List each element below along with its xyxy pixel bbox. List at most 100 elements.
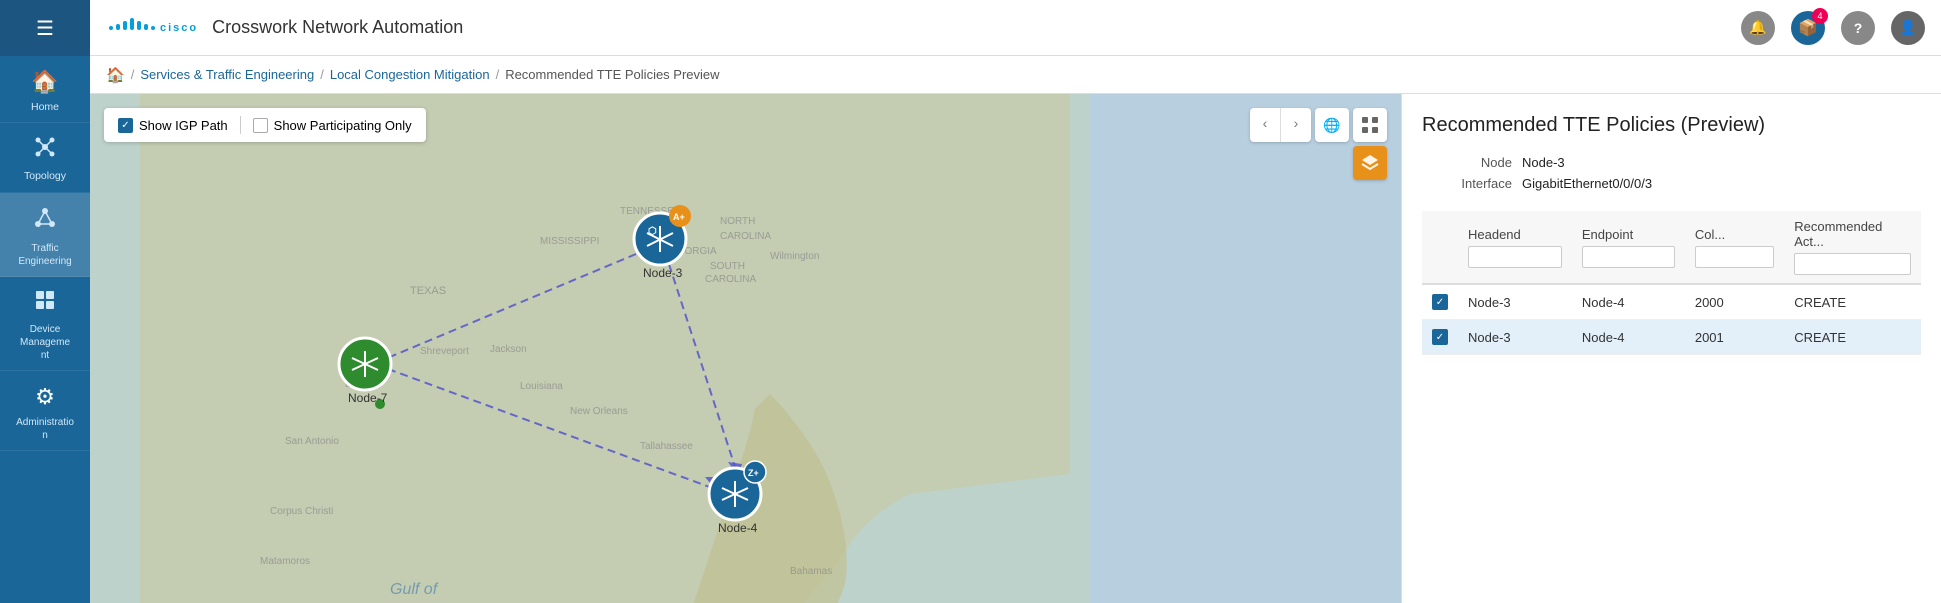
sidebar-item-label-dm: DeviceManagement: [20, 323, 70, 362]
col-header-headend: Headend: [1458, 211, 1572, 284]
svg-text:Louisiana: Louisiana: [520, 381, 563, 392]
home-icon: 🏠: [31, 68, 58, 97]
action-filter[interactable]: [1794, 253, 1911, 275]
interface-info-row: Interface GigabitEthernet0/0/0/3: [1422, 176, 1921, 191]
main-content: Gulf of Mexico TEXAS MISSISSIPPI TENNESS…: [90, 94, 1941, 603]
svg-text:Node-3: Node-3: [643, 266, 683, 280]
interface-value: GigabitEthernet0/0/0/3: [1522, 176, 1652, 191]
layers-button[interactable]: [1353, 146, 1387, 180]
device-mgmt-icon: [34, 289, 56, 319]
cisco-logo: cisco: [106, 14, 198, 42]
breadcrumb-sep-1: /: [131, 67, 135, 82]
policy-table-body: ✓ Node-3 Node-4 2000 CREATE ✓ Node-3 Nod…: [1422, 284, 1921, 355]
svg-text:Z+: Z+: [748, 468, 759, 478]
breadcrumb-home[interactable]: 🏠: [106, 66, 125, 84]
row-action: CREATE: [1784, 284, 1921, 320]
node-value: Node-3: [1522, 155, 1565, 170]
interface-label: Interface: [1422, 176, 1512, 191]
row-headend: Node-3: [1458, 320, 1572, 355]
svg-text:Wilmington: Wilmington: [770, 251, 819, 262]
globe-view-button[interactable]: 🌐: [1315, 108, 1349, 142]
show-participating-only-checkbox[interactable]: [253, 118, 268, 133]
breadcrumb-current: Recommended TTE Policies Preview: [505, 67, 719, 82]
svg-text:MISSISSIPPI: MISSISSIPPI: [540, 236, 599, 247]
svg-text:New Orleans: New Orleans: [570, 406, 628, 417]
row-checkbox[interactable]: ✓: [1432, 294, 1448, 310]
svg-text:CAROLINA: CAROLINA: [705, 274, 756, 285]
sidebar-item-label-admin: Administration: [16, 416, 74, 442]
svg-text:Node-4: Node-4: [718, 521, 758, 535]
row-checkbox[interactable]: ✓: [1432, 329, 1448, 345]
node-label: Node: [1422, 155, 1512, 170]
question-icon: ?: [1854, 20, 1863, 36]
topbar-icons: 🔔 📦 4 ? 👤: [1741, 11, 1925, 45]
col-header-action: Recommended Act...: [1784, 211, 1921, 284]
user-icon: 👤: [1899, 19, 1916, 36]
policy-table: Headend Endpoint Col... Recommended Act.…: [1422, 211, 1921, 355]
map-nav-buttons: ‹ ›: [1250, 108, 1311, 142]
map-area: Gulf of Mexico TEXAS MISSISSIPPI TENNESS…: [90, 94, 1401, 603]
svg-text:Corpus Christi: Corpus Christi: [270, 506, 333, 517]
show-participating-only-text: Show Participating Only: [274, 118, 412, 133]
notification-button[interactable]: 🔔: [1741, 11, 1775, 45]
endpoint-filter[interactable]: [1582, 246, 1675, 268]
map-controls: ✓ Show IGP Path Show Participating Only: [104, 108, 426, 142]
breadcrumb-link-lcm[interactable]: Local Congestion Mitigation: [330, 67, 490, 82]
hamburger-icon: ☰: [36, 16, 54, 41]
col-header-check: [1422, 211, 1458, 284]
user-button[interactable]: 👤: [1891, 11, 1925, 45]
svg-text:Node-7: Node-7: [348, 391, 388, 405]
row-endpoint: Node-4: [1572, 320, 1685, 355]
show-igp-path-text: Show IGP Path: [139, 118, 228, 133]
sidebar-item-home[interactable]: 🏠 Home: [0, 56, 90, 123]
headend-filter[interactable]: [1468, 246, 1562, 268]
sidebar-item-device-management[interactable]: DeviceManagement: [0, 277, 90, 371]
show-participating-only-label[interactable]: Show Participating Only: [253, 118, 412, 133]
cisco-text: cisco: [160, 22, 198, 34]
svg-text:Tallahassee: Tallahassee: [640, 441, 693, 452]
svg-text:Matamoros: Matamoros: [260, 556, 310, 567]
svg-text:TEXAS: TEXAS: [410, 285, 446, 297]
package-button[interactable]: 📦 4: [1791, 11, 1825, 45]
topology-icon: [33, 135, 57, 166]
map-nav-next[interactable]: ›: [1281, 108, 1311, 138]
svg-text:Gulf of: Gulf of: [390, 581, 439, 598]
cisco-logo-svg: [106, 14, 158, 42]
row-action: CREATE: [1784, 320, 1921, 355]
notification-badge: 4: [1812, 8, 1828, 24]
breadcrumb-sep-2: /: [320, 67, 324, 82]
col-header-col: Col...: [1685, 211, 1784, 284]
row-headend: Node-3: [1458, 284, 1572, 320]
show-igp-path-checkbox[interactable]: ✓: [118, 118, 133, 133]
map-view-buttons: ‹ › 🌐: [1250, 108, 1387, 142]
svg-text:Jackson: Jackson: [490, 344, 527, 355]
admin-icon: ⚙: [35, 383, 55, 412]
svg-text:Shreveport: Shreveport: [420, 346, 469, 357]
node-info-row: Node Node-3: [1422, 155, 1921, 170]
table-row[interactable]: ✓ Node-3 Node-4 2000 CREATE: [1422, 284, 1921, 320]
sidebar: ☰ 🏠 Home Topology: [0, 0, 90, 603]
col-filter[interactable]: [1695, 246, 1774, 268]
breadcrumb-link-services[interactable]: Services & Traffic Engineering: [140, 67, 314, 82]
svg-text:SOUTH: SOUTH: [710, 261, 745, 272]
show-igp-path-label[interactable]: ✓ Show IGP Path: [118, 118, 228, 133]
topbar: cisco Crosswork Network Automation 🔔 📦 4…: [90, 0, 1941, 56]
row-check-cell: ✓: [1422, 320, 1458, 355]
sidebar-item-topology[interactable]: Topology: [0, 123, 90, 193]
svg-text:A+: A+: [673, 212, 685, 222]
app-title: Crosswork Network Automation: [212, 17, 1741, 38]
map-nav-prev[interactable]: ‹: [1250, 108, 1280, 138]
sidebar-menu-button[interactable]: ☰: [0, 0, 90, 56]
topology-view-button[interactable]: [1353, 108, 1387, 142]
sidebar-item-traffic-engineering[interactable]: TrafficEngineering: [0, 193, 90, 278]
sidebar-item-label-topology: Topology: [24, 170, 66, 184]
help-button[interactable]: ?: [1841, 11, 1875, 45]
panel-title: Recommended TTE Policies (Preview): [1422, 114, 1921, 137]
sidebar-item-administration[interactable]: ⚙ Administration: [0, 371, 90, 451]
col-header-endpoint: Endpoint: [1572, 211, 1685, 284]
row-endpoint: Node-4: [1572, 284, 1685, 320]
sidebar-item-label-te: TrafficEngineering: [18, 242, 71, 268]
svg-text:NORTH: NORTH: [720, 216, 755, 227]
table-row[interactable]: ✓ Node-3 Node-4 2001 CREATE: [1422, 320, 1921, 355]
breadcrumb-sep-3: /: [496, 67, 500, 82]
